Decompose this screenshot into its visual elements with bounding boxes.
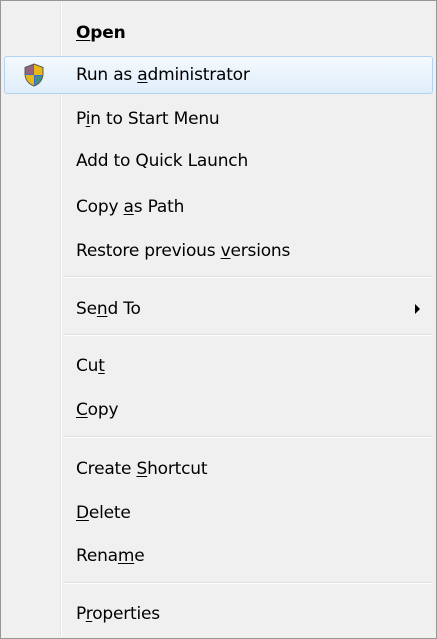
- menu-item-label: Cut: [76, 356, 105, 376]
- menu-item-delete[interactable]: Delete: [4, 494, 433, 532]
- menu-item-restore-previous-versions[interactable]: Restore previous versions: [4, 232, 433, 270]
- menu-item-label: Create Shortcut: [76, 459, 208, 479]
- menu-separator: [63, 582, 433, 584]
- menu-item-send-to[interactable]: Send To: [4, 290, 433, 328]
- uac-shield-icon: [23, 63, 45, 87]
- menu-separator: [63, 334, 433, 336]
- menu-separator: [63, 436, 433, 438]
- menu-item-copy-as-path[interactable]: Copy as Path: [4, 188, 433, 226]
- menu-item-label: Run as administrator: [76, 65, 250, 85]
- menu-item-label: Delete: [76, 503, 131, 523]
- menu-item-label: Open: [76, 23, 126, 43]
- menu-item-label: Add to Quick Launch: [76, 151, 249, 171]
- menu-separator: [63, 276, 433, 278]
- menu-item-label: Send To: [76, 299, 141, 319]
- menu-item-add-to-quick-launch[interactable]: Add to Quick Launch: [4, 142, 433, 180]
- menu-item-run-as-administrator[interactable]: Run as administrator: [4, 56, 433, 94]
- menu-item-label: Copy as Path: [76, 197, 185, 217]
- menu-item-label: Copy: [76, 400, 119, 420]
- menu-item-label: Rename: [76, 546, 145, 566]
- menu-item-label: Properties: [76, 604, 160, 624]
- menu-item-label: Pin to Start Menu: [76, 109, 220, 129]
- menu-item-create-shortcut[interactable]: Create Shortcut: [4, 450, 433, 488]
- menu-item-properties[interactable]: Properties: [4, 595, 433, 633]
- context-menu: Open Run as administrator Pin to Start M…: [0, 0, 437, 639]
- menu-item-label: Restore previous versions: [76, 241, 291, 261]
- menu-item-open[interactable]: Open: [4, 14, 433, 52]
- menu-item-rename[interactable]: Rename: [4, 537, 433, 575]
- menu-item-cut[interactable]: Cut: [4, 347, 433, 385]
- menu-item-pin-to-start-menu[interactable]: Pin to Start Menu: [4, 100, 433, 138]
- submenu-arrow-icon: [415, 304, 420, 314]
- menu-item-copy[interactable]: Copy: [4, 391, 433, 429]
